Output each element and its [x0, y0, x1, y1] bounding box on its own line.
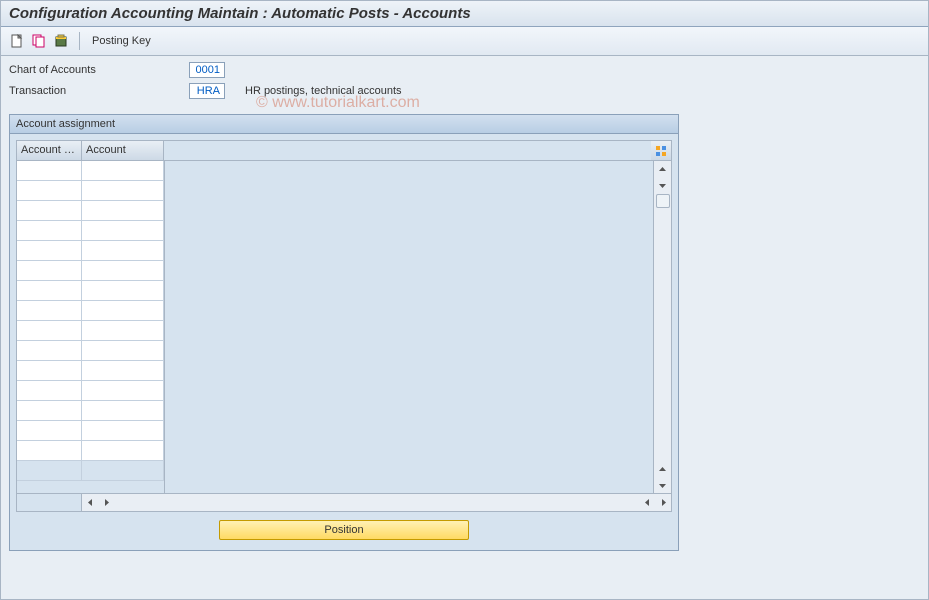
account-grid: Account k... Account: [16, 140, 672, 512]
col-account[interactable]: Account: [82, 141, 164, 160]
table-row: [17, 381, 164, 401]
scroll-right2-icon[interactable]: [655, 494, 671, 510]
cell-account-key[interactable]: [17, 441, 82, 461]
cell-account[interactable]: [82, 221, 164, 241]
cell-account[interactable]: [82, 461, 164, 481]
position-button[interactable]: Position: [219, 520, 469, 540]
cell-account[interactable]: [82, 381, 164, 401]
horizontal-scrollbar[interactable]: [17, 493, 671, 511]
vertical-scrollbar[interactable]: [653, 161, 671, 493]
delete-icon[interactable]: [51, 31, 71, 51]
col-account-key[interactable]: Account k...: [17, 141, 82, 160]
cell-account-key[interactable]: [17, 221, 82, 241]
cell-account[interactable]: [82, 441, 164, 461]
table-row: [17, 161, 164, 181]
txn-input[interactable]: [189, 83, 225, 99]
cell-account[interactable]: [82, 161, 164, 181]
grid-rows: [17, 161, 164, 493]
scroll-right-icon[interactable]: [98, 494, 114, 510]
table-row: [17, 281, 164, 301]
scroll-up-icon[interactable]: [655, 161, 671, 177]
table-row: [17, 321, 164, 341]
cell-account[interactable]: [82, 301, 164, 321]
toolbar: Posting Key: [1, 27, 928, 56]
cell-account[interactable]: [82, 201, 164, 221]
scroll-thumb[interactable]: [656, 194, 670, 208]
cell-account[interactable]: [82, 421, 164, 441]
cell-account[interactable]: [82, 401, 164, 421]
cell-account[interactable]: [82, 341, 164, 361]
table-row: [17, 461, 164, 481]
table-row: [17, 241, 164, 261]
panel-header: Account assignment: [10, 115, 678, 134]
table-row: [17, 441, 164, 461]
scroll-up2-icon[interactable]: [655, 461, 671, 477]
cell-account[interactable]: [82, 321, 164, 341]
cell-account-key[interactable]: [17, 301, 82, 321]
txn-label: Transaction: [9, 85, 189, 97]
table-row: [17, 301, 164, 321]
cell-account-key[interactable]: [17, 321, 82, 341]
table-row: [17, 201, 164, 221]
cell-account-key[interactable]: [17, 281, 82, 301]
copy-icon[interactable]: [29, 31, 49, 51]
posting-key-button[interactable]: Posting Key: [88, 35, 155, 47]
cell-account-key[interactable]: [17, 201, 82, 221]
table-row: [17, 341, 164, 361]
grid-header: Account k... Account: [17, 141, 671, 161]
table-row: [17, 401, 164, 421]
table-row: [17, 361, 164, 381]
page-title: Configuration Accounting Maintain : Auto…: [9, 5, 471, 22]
table-row: [17, 221, 164, 241]
cell-account-key[interactable]: [17, 421, 82, 441]
scroll-down-icon[interactable]: [655, 177, 671, 193]
cell-account-key[interactable]: [17, 241, 82, 261]
txn-description: HR postings, technical accounts: [245, 85, 402, 97]
cell-account[interactable]: [82, 261, 164, 281]
title-bar: Configuration Accounting Maintain : Auto…: [1, 1, 928, 27]
table-row: [17, 261, 164, 281]
cell-account-key[interactable]: [17, 261, 82, 281]
cell-account-key[interactable]: [17, 361, 82, 381]
cell-account-key[interactable]: [17, 461, 82, 481]
grid-filler: [164, 161, 653, 493]
grid-config-icon[interactable]: [651, 141, 671, 160]
cell-account-key[interactable]: [17, 161, 82, 181]
cell-account[interactable]: [82, 181, 164, 201]
cell-account-key[interactable]: [17, 401, 82, 421]
info-panel: Chart of Accounts Transaction HR posting…: [1, 56, 928, 106]
cell-account[interactable]: [82, 361, 164, 381]
cell-account[interactable]: [82, 281, 164, 301]
cell-account[interactable]: [82, 241, 164, 261]
coa-label: Chart of Accounts: [9, 64, 189, 76]
coa-input[interactable]: [189, 62, 225, 78]
account-assignment-panel: Account assignment Account k... Account: [9, 114, 679, 551]
toolbar-separator: [79, 32, 80, 50]
scroll-left2-icon[interactable]: [639, 494, 655, 510]
cell-account-key[interactable]: [17, 341, 82, 361]
scroll-left-icon[interactable]: [82, 494, 98, 510]
cell-account-key[interactable]: [17, 381, 82, 401]
table-row: [17, 421, 164, 441]
new-icon[interactable]: [7, 31, 27, 51]
cell-account-key[interactable]: [17, 181, 82, 201]
table-row: [17, 181, 164, 201]
scroll-down2-icon[interactable]: [655, 477, 671, 493]
